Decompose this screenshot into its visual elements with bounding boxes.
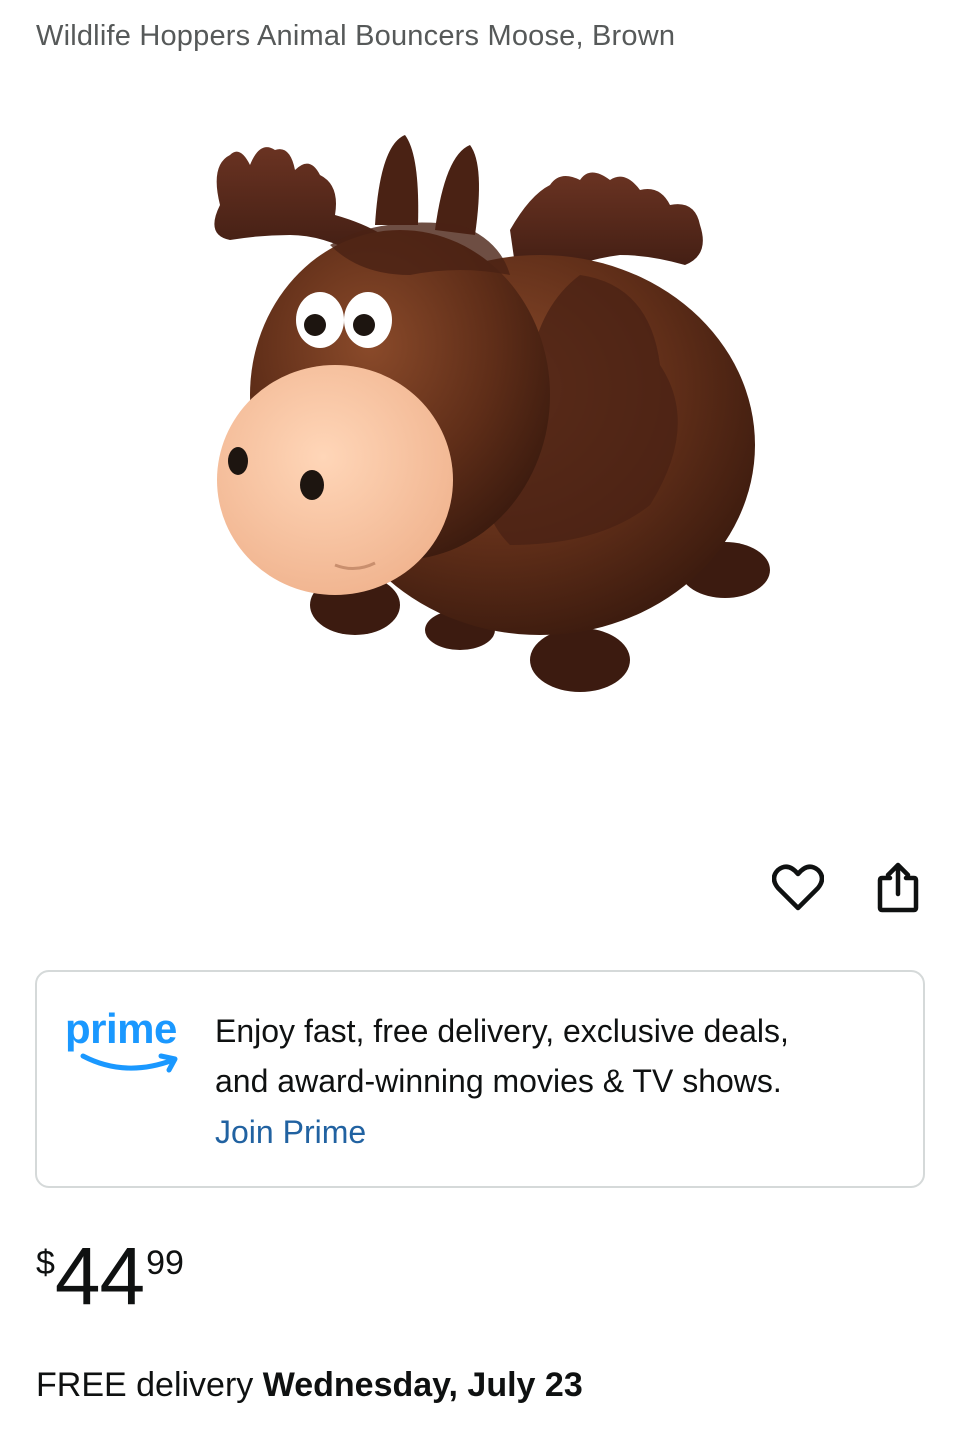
delivery-date: Wednesday, July 23 (262, 1366, 583, 1404)
price-whole: 44 (54, 1231, 145, 1322)
heart-icon (772, 864, 824, 911)
join-prime-link[interactable]: Join Prime (215, 1114, 366, 1151)
prime-smile-arrow-icon (80, 1053, 178, 1073)
moose-toy-illustration (214, 135, 770, 692)
price-currency-symbol: $ (36, 1244, 55, 1282)
prime-promo-card: prime Enjoy fast, free delivery, exclusi… (35, 970, 925, 1188)
prime-logo-text: prime (65, 1005, 177, 1052)
wishlist-heart-icon[interactable] (768, 858, 828, 918)
prime-message-line-1: Enjoy fast, free delivery, exclusive dea… (215, 1013, 789, 1049)
share-button[interactable] (868, 858, 928, 918)
product-image[interactable] (180, 125, 780, 705)
product-price: $ 44 99 (36, 1236, 184, 1318)
delivery-info: FREE delivery Wednesday, July 23 (36, 1366, 583, 1405)
price-fraction: 99 (146, 1244, 184, 1282)
prime-logo: prime (65, 1008, 195, 1088)
product-title: Wildlife Hoppers Animal Bouncers Moose, … (36, 20, 676, 52)
prime-message-line-2: and award-winning movies & TV shows. (215, 1063, 782, 1099)
delivery-prefix: FREE delivery (36, 1366, 254, 1404)
prime-message: Enjoy fast, free delivery, exclusive dea… (215, 1006, 905, 1106)
share-icon (877, 862, 919, 913)
